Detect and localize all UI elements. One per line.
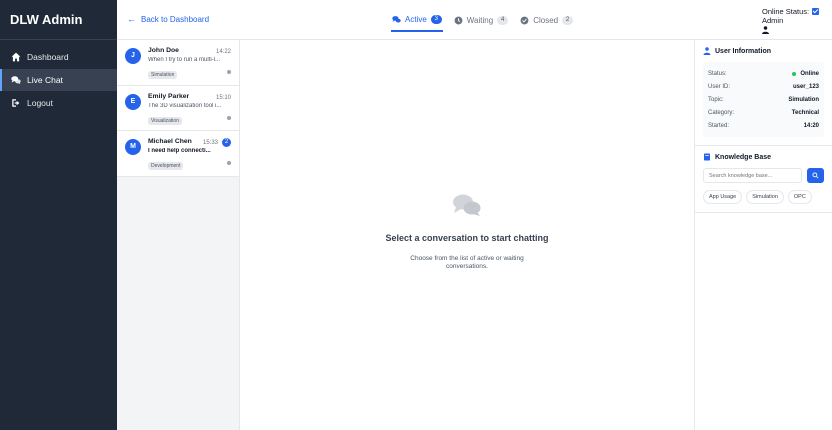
kb-tag-simulation[interactable]: Simulation: [746, 190, 784, 204]
avatar: J: [125, 48, 141, 64]
conversation-time: 15:33: [202, 140, 218, 146]
info-row-user-id: User ID: user_123: [708, 80, 819, 93]
tab-closed[interactable]: Closed 2: [519, 8, 574, 32]
conversation-item-emily-parker[interactable]: E Emily Parker 15:10 The 3D visualizatio…: [117, 85, 239, 131]
knowledge-base-search-button[interactable]: [807, 168, 824, 183]
app-title: DLW Admin: [0, 0, 117, 40]
info-key: Topic:: [708, 96, 724, 103]
knowledge-base-tags: App Usage Simulation OPC: [703, 190, 824, 204]
online-status-checkbox[interactable]: [812, 8, 820, 15]
back-link-label: Back to Dashboard: [141, 14, 210, 24]
info-row-category: Category: Technical: [708, 106, 819, 119]
conversation-preview: The 3D visualization tool i...: [148, 102, 222, 109]
tab-label: Active: [405, 14, 427, 24]
info-key: Category:: [708, 109, 735, 116]
search-icon: [812, 172, 819, 179]
conversation-list: J John Doe 14:22 When I try to run a mul…: [117, 40, 240, 430]
arrow-left-icon: ←: [127, 14, 136, 24]
status-dot: [227, 70, 231, 74]
top-header: ← Back to Dashboard Active 3 Waiting 4 C…: [117, 0, 832, 40]
conversation-preview: When I try to run a multi-l...: [148, 57, 221, 63]
check-circle-icon: [520, 16, 529, 24]
status-dot: [227, 161, 231, 165]
kb-tag-opc[interactable]: OPC: [787, 190, 812, 204]
sidebar-item-label: Logout: [27, 98, 53, 108]
knowledge-base-title: Knowledge Base: [715, 153, 772, 161]
tab-label: Closed: [533, 15, 559, 25]
info-value: Online: [792, 71, 819, 77]
info-row-status: Status: Online: [708, 67, 819, 80]
info-value: Technical: [791, 109, 819, 116]
tab-count-badge: 4: [497, 15, 509, 25]
sidebar-item-logout[interactable]: Logout: [0, 92, 117, 114]
logout-icon: [12, 99, 20, 107]
empty-state-subtitle: Choose from the list of active or waitin…: [410, 255, 524, 270]
unread-count-badge: 2: [222, 138, 231, 147]
info-row-started: Started: 14:20: [708, 119, 819, 132]
info-value: Simulation: [788, 96, 819, 103]
online-dot: [792, 71, 797, 76]
knowledge-base-search-input[interactable]: [703, 168, 803, 183]
clock-icon: [454, 16, 463, 24]
tab-count-badge: 3: [430, 14, 442, 24]
right-panel: User Information Status: Online User ID:…: [694, 40, 832, 430]
conversation-item-john-doe[interactable]: J John Doe 14:22 When I try to run a mul…: [117, 40, 239, 86]
sidebar-nav: Dashboard Live Chat Logout: [0, 46, 117, 114]
user-info-box: Status: Online User ID: user_123 Topic: …: [703, 62, 824, 137]
tab-waiting[interactable]: Waiting 4: [453, 8, 509, 32]
info-value: user_123: [792, 83, 819, 90]
online-status: Online Status: Admin: [762, 7, 820, 36]
chat-icon: [392, 15, 401, 22]
info-value: 14:20: [803, 122, 819, 129]
empty-state-title: Select a conversation to start chatting: [385, 233, 549, 243]
user-information-section: User Information Status: Online User ID:…: [695, 40, 832, 146]
conversation-tabs: Active 3 Waiting 4 Closed 2: [391, 8, 584, 32]
info-row-topic: Topic: Simulation: [708, 93, 819, 106]
sidebar-item-label: Dashboard: [27, 52, 69, 62]
info-key: Started:: [708, 122, 730, 129]
info-key: Status:: [708, 70, 727, 77]
sidebar: DLW Admin Dashboard Live Chat Logout: [0, 0, 117, 430]
conversation-time: 14:22: [215, 49, 231, 55]
book-icon: [704, 153, 710, 161]
chat-area: Select a conversation to start chatting …: [240, 40, 694, 430]
user-information-title: User Information: [715, 47, 772, 55]
section-title: Knowledge Base: [703, 153, 824, 161]
tab-count-badge: 2: [562, 15, 574, 25]
knowledge-base-section: Knowledge Base App Usage Simulation OPC: [695, 146, 832, 213]
tab-label: Waiting: [466, 15, 494, 25]
conversation-tag: Development: [148, 162, 184, 170]
kb-tag-app-usage[interactable]: App Usage: [703, 190, 743, 204]
conversation-preview: I need help connecti...: [148, 148, 211, 154]
sidebar-item-live-chat[interactable]: Live Chat: [0, 69, 117, 91]
online-status-label: Online Status:: [762, 7, 810, 16]
conversation-tag: Simulation: [148, 71, 178, 79]
avatar: E: [125, 93, 141, 110]
avatar: M: [125, 139, 141, 155]
conversation-tag: Visualization: [148, 116, 182, 125]
status-value: Online: [800, 70, 819, 77]
user-icon[interactable]: [762, 26, 819, 36]
chat-icon: [11, 76, 21, 85]
info-key: User ID:: [708, 83, 731, 90]
user-icon: [703, 47, 711, 55]
status-dot: [227, 115, 231, 120]
section-title: User Information: [703, 47, 824, 55]
admin-role-label: Admin: [762, 16, 784, 25]
knowledge-base-search: [703, 168, 824, 183]
back-to-dashboard-link[interactable]: ← Back to Dashboard: [127, 14, 209, 24]
chat-bubbles-icon: [452, 193, 482, 222]
home-icon: [11, 52, 21, 62]
sidebar-item-dashboard[interactable]: Dashboard: [0, 46, 117, 68]
conversation-time: 15:10: [215, 94, 231, 101]
sidebar-item-label: Live Chat: [27, 75, 63, 85]
conversation-item-michael-chen[interactable]: M Michael Chen 15:33 2 I need help conne…: [117, 131, 239, 177]
tab-active[interactable]: Active 3: [391, 8, 443, 32]
